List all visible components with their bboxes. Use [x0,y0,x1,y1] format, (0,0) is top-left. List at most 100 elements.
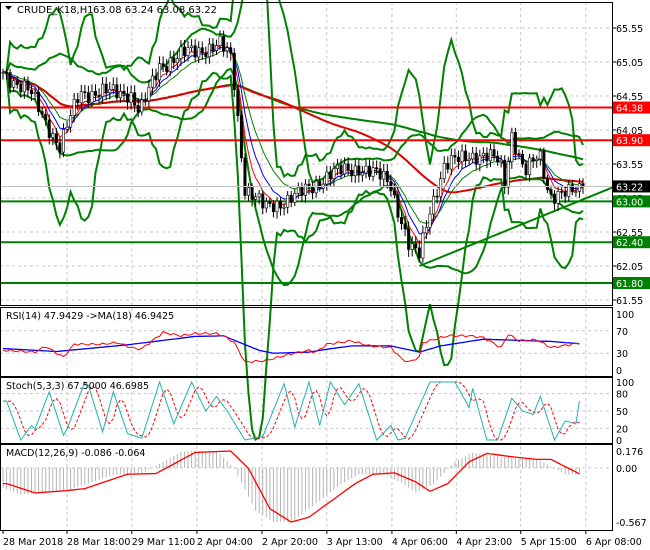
candle [271,203,275,213]
candle [538,150,542,160]
candle [328,171,332,179]
candle [528,157,532,176]
candle [563,191,567,197]
candle [261,193,265,209]
candle [439,178,443,197]
x-axis-label: 5 Apr 15:00 [521,537,577,548]
candle [339,164,343,175]
candle [83,91,87,93]
current-price-label: 63.22 [616,182,643,193]
macd-title: MACD(12,26,9) -0.086 -0.064 [6,448,145,459]
candle [200,47,204,54]
candle [143,99,147,102]
candle [94,91,98,96]
rsi-tick-label: 100 [616,310,634,321]
candle [115,84,119,99]
candle [44,113,48,121]
candle [54,133,58,144]
candle [1,71,5,74]
candle [5,71,9,74]
candle [343,163,347,175]
candle [140,99,144,113]
x-axis-label: 6 Apr 08:00 [586,537,642,548]
candle [12,80,16,88]
candle [218,35,222,46]
candle [407,228,411,250]
candle [211,43,215,52]
price-tick-label: 64.55 [616,92,643,103]
candle [254,196,258,200]
envelope-upper [2,0,584,178]
candle [243,157,247,196]
candle [282,206,286,209]
candle [133,92,137,106]
price-tick-label: 61.55 [616,296,643,307]
price-tick-label: 65.05 [616,58,643,69]
candle [385,171,389,183]
candle [275,200,279,213]
ma-long-green [2,71,584,161]
candle [268,201,272,204]
candle [414,243,418,249]
candle [560,191,564,193]
candle [556,191,560,204]
candle [570,184,574,193]
candle [40,111,44,115]
candle [47,119,51,138]
ma-short-2 [2,50,584,224]
stoch-tick-label: 100 [616,378,634,389]
candle [535,158,539,161]
candle [72,99,76,116]
candle [293,192,297,203]
dropdown-triangle-icon[interactable] [5,6,12,10]
candle [311,186,315,194]
stoch-tick-label: 0 [616,436,622,447]
bollinger-lower [2,67,584,287]
candle [257,193,261,198]
rsi-tick-label: 30 [616,349,628,360]
candle [456,156,460,162]
candle [197,47,201,58]
candle [325,171,329,185]
level-label: 62.40 [616,238,643,249]
candle [467,158,471,161]
bollinger-upper [2,0,584,184]
candle [553,193,557,204]
price-tick-label: 65.55 [616,24,643,35]
candle [79,91,83,104]
rsi-panel[interactable] [2,330,580,364]
rsi-title: RSI(14) 47.9429 ->MA(18) 46.9425 [6,311,174,322]
candle [126,93,130,103]
candle [111,84,115,90]
candle [400,217,404,224]
candle [229,47,233,54]
candle [524,163,528,176]
candle [296,186,300,194]
candle [428,213,432,228]
macd-panel[interactable] [2,450,580,523]
candle [357,165,361,176]
candle [396,194,400,218]
candle [175,58,179,64]
axes: 28 Mar 2018 28 Mar 18:00 29 Mar 11:00 2 Apr… [0,2,650,548]
candle [488,149,492,162]
candle [86,92,90,103]
candle [264,201,268,209]
candle [531,157,535,161]
trading-chart[interactable]: 28 Mar 2018 28 Mar 18:00 29 Mar 11:00 2 Apr… [0,0,650,550]
candle [69,115,73,128]
candle [382,171,386,180]
candle [179,46,183,59]
level-label: 63.90 [616,136,643,147]
candle [15,80,19,85]
candle [147,86,151,102]
macd-tick-label: 0.00 [616,464,637,475]
candle [90,91,94,103]
candle [513,132,517,155]
x-axis-label: 3 Apr 13:00 [327,537,383,548]
candle [22,80,26,93]
candle [97,95,101,97]
price-panel[interactable] [0,0,616,442]
candle [471,152,475,160]
candle [453,155,457,158]
